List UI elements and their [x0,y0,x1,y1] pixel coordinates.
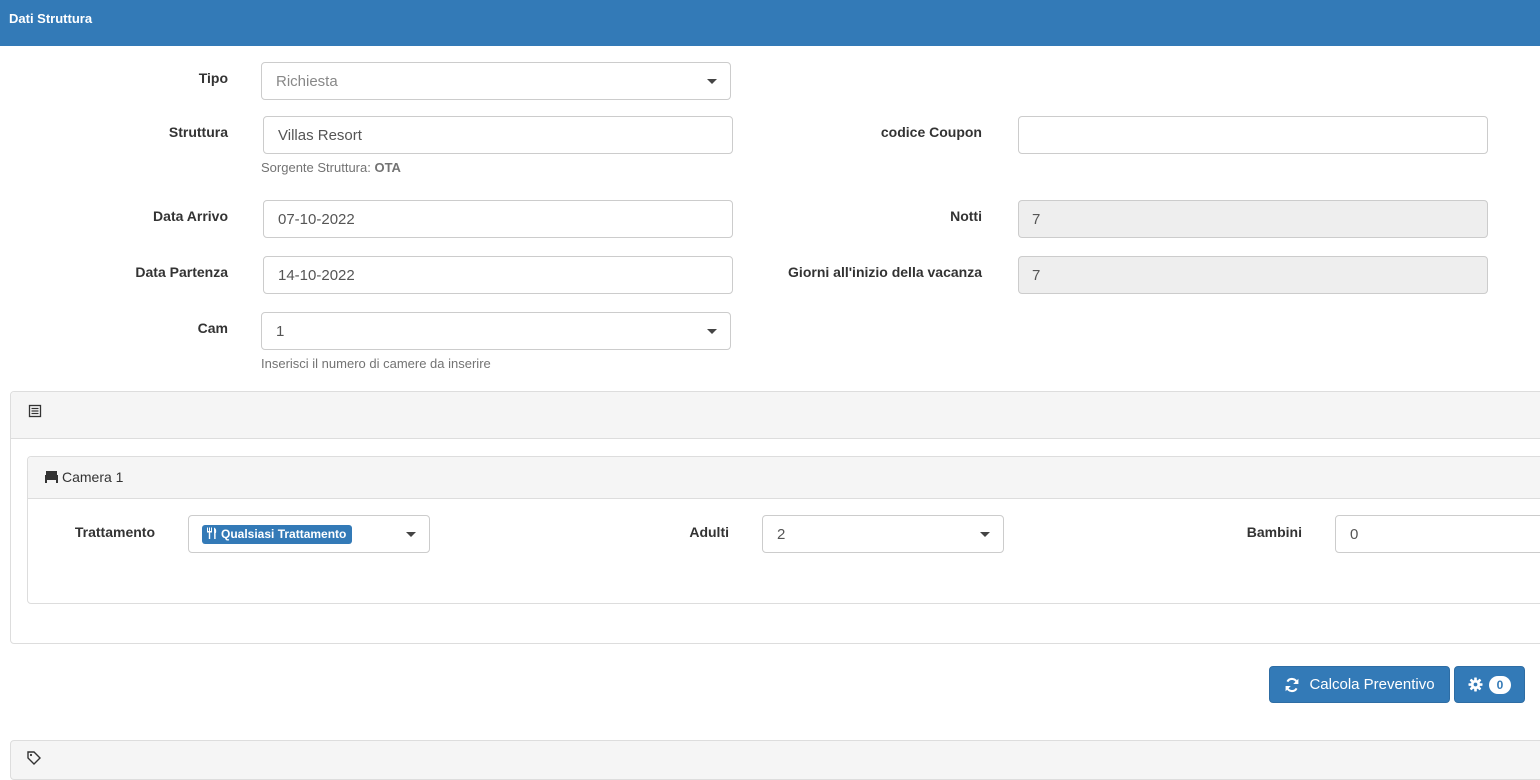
adulti-label: Adulti [689,524,729,540]
arrivo-date-value: 07-10-2022 [278,210,355,228]
camera-panel-header: Camera 1 [28,457,1540,499]
coupon-input[interactable] [1018,116,1488,154]
trattamento-tag: Qualsiasi Trattamento [202,524,353,544]
section-title: Dati Struttura [9,11,93,26]
tipo-select[interactable]: Richiesta [261,62,731,100]
giorni-value: 7 [1032,266,1041,284]
calcola-preventivo-label: Calcola Preventivo [1309,676,1435,693]
calcola-preventivo-button[interactable]: Calcola Preventivo [1269,666,1450,703]
partenza-label: Data Partenza [135,264,228,280]
chevron-down-icon [980,532,990,537]
next-panel [10,740,1540,780]
tipo-select-value: Richiesta [276,72,338,90]
camera-panel: Camera 1 Trattamento Qualsiasi Trattamen… [27,456,1540,604]
arrivo-date-input[interactable]: 07-10-2022 [263,200,733,238]
cam-label: Cam [197,320,228,336]
tag-icon [27,751,41,768]
adulti-select[interactable]: 2 [762,515,1004,553]
notti-label: Notti [950,208,982,224]
cam-help: Inserisci il numero di camere da inserir… [261,356,491,371]
struttura-source: OTA [374,160,401,175]
struttura-label: Struttura [168,124,228,140]
chevron-down-icon [406,532,416,537]
cam-select-value: 1 [276,322,285,340]
trattamento-select[interactable]: Qualsiasi Trattamento [188,515,430,553]
bambini-value: 0 [1350,525,1359,543]
struttura-input[interactable]: Villas Resort [263,116,733,154]
notti-field: 7 [1018,200,1488,238]
gear-icon [1468,677,1483,692]
section-header: Dati Struttura [0,0,1540,46]
notti-value: 7 [1032,210,1041,228]
cam-select[interactable]: 1 [261,312,731,350]
arrivo-label: Data Arrivo [153,208,228,224]
bambini-input[interactable]: 0 [1335,515,1540,553]
partenza-date-value: 14-10-2022 [278,266,355,284]
struttura-input-value: Villas Resort [278,126,362,144]
struttura-help: Sorgente Struttura: OTA [261,160,401,175]
trattamento-label: Trattamento [74,524,155,540]
settings-count-badge: 0 [1489,675,1511,694]
partenza-date-input[interactable]: 14-10-2022 [263,256,733,294]
bed-icon [44,470,59,486]
camera-title: Camera 1 [62,469,124,485]
refresh-icon [1284,677,1300,693]
cutlery-icon [206,527,218,542]
rooms-panel-header [11,392,1540,439]
settings-button[interactable]: 0 [1454,666,1525,703]
rooms-panel: Camera 1 Trattamento Qualsiasi Trattamen… [10,391,1540,644]
bambini-label: Bambini [1246,524,1302,540]
list-icon [28,404,42,421]
trattamento-value: Qualsiasi Trattamento [221,527,347,541]
adulti-value: 2 [777,525,786,543]
giorni-label: Giorni all'inizio della vacanza [788,264,982,280]
coupon-label: codice Coupon [880,124,982,140]
chevron-down-icon [707,329,717,334]
giorni-field: 7 [1018,256,1488,294]
struttura-help-prefix: Sorgente Struttura: [261,160,375,175]
chevron-down-icon [707,79,717,84]
tipo-label: Tipo [198,70,228,86]
